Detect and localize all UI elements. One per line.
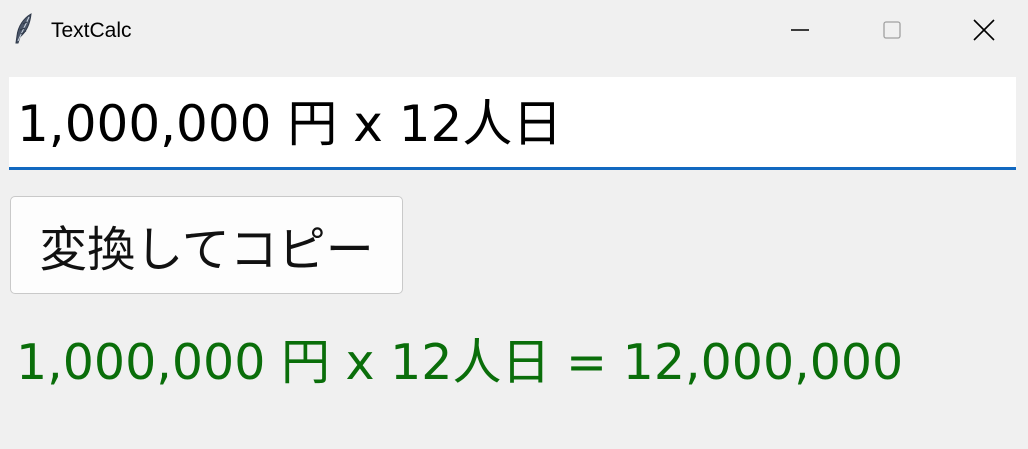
result-label: 1,000,000 円 x 12人日 = 12,000,000 — [16, 334, 904, 391]
maximize-icon — [882, 20, 902, 40]
window-title: TextCalc — [51, 19, 132, 42]
maximize-button[interactable] — [869, 0, 915, 60]
close-button[interactable] — [961, 0, 1007, 60]
feather-icon — [12, 12, 36, 46]
app-window: TextCalc 変換してコピー 1,000,000 円 x 12人日 = 12… — [0, 0, 1028, 449]
minimize-button[interactable] — [777, 0, 823, 60]
convert-copy-button[interactable]: 変換してコピー — [10, 196, 403, 294]
expression-input[interactable] — [9, 77, 1016, 167]
expression-field[interactable] — [9, 77, 1016, 170]
title-bar[interactable]: TextCalc — [0, 0, 1028, 60]
minimize-icon — [790, 20, 810, 40]
close-icon — [973, 19, 995, 41]
